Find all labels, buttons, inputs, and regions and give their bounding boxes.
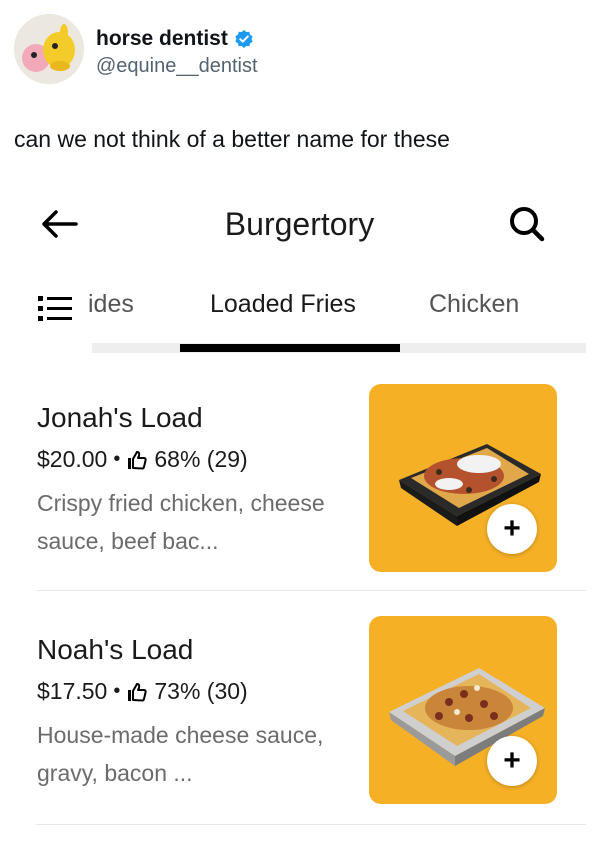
- item-rating: 73% (30): [154, 678, 248, 704]
- tab-chicken[interactable]: Chicken: [429, 290, 519, 319]
- separator-dot: •: [113, 448, 121, 470]
- item-rating: 68% (29): [154, 446, 248, 472]
- item-meta: $17.50 • 73% (30): [37, 678, 248, 705]
- item-divider: [36, 590, 586, 591]
- active-tab-indicator: [180, 344, 400, 352]
- item-divider: [36, 824, 586, 825]
- search-icon[interactable]: [505, 202, 549, 246]
- separator-dot: •: [113, 680, 121, 702]
- avatar[interactable]: [14, 14, 84, 84]
- tab-sides[interactable]: ides: [88, 290, 134, 319]
- app-screenshot: Burgertory ides Loaded Fries Chicken Jon…: [0, 180, 599, 854]
- tweet-text: can we not think of a better name for th…: [14, 126, 450, 152]
- author-handle[interactable]: @equine__dentist: [96, 55, 258, 78]
- item-photo[interactable]: +: [369, 616, 557, 804]
- author-name[interactable]: horse dentist: [96, 27, 228, 51]
- item-price: $17.50: [37, 678, 108, 704]
- thumbs-up-icon: [126, 449, 148, 471]
- item-price: $20.00: [37, 446, 108, 472]
- tweet-header: horse dentist @equine__dentist: [14, 14, 584, 88]
- item-description: House-made cheese sauce, gravy, bacon ..…: [37, 722, 324, 786]
- tab-loaded-fries[interactable]: Loaded Fries: [210, 290, 356, 319]
- thumbs-up-icon: [126, 681, 148, 703]
- author-info: horse dentist @equine__dentist: [96, 27, 258, 78]
- verified-badge-icon: [234, 29, 254, 49]
- category-tabs: ides Loaded Fries Chicken: [0, 280, 599, 356]
- item-photo[interactable]: +: [369, 384, 557, 572]
- app-top-bar: Burgertory: [0, 180, 599, 270]
- add-to-cart-button[interactable]: +: [487, 736, 537, 786]
- add-to-cart-button[interactable]: +: [487, 504, 537, 554]
- menu-item[interactable]: Noah's Load $17.50 • 73% (30) House-made…: [0, 614, 599, 847]
- author-name-row[interactable]: horse dentist: [96, 27, 258, 51]
- item-description: Crispy fried chicken, cheese sauce, beef…: [37, 490, 325, 554]
- item-name: Jonah's Load: [37, 402, 203, 433]
- item-meta: $20.00 • 68% (29): [37, 446, 248, 473]
- menu-item[interactable]: Jonah's Load $20.00 • 68% (29) Crispy fr…: [0, 382, 599, 615]
- item-name: Noah's Load: [37, 634, 194, 665]
- category-list-icon[interactable]: [38, 294, 72, 324]
